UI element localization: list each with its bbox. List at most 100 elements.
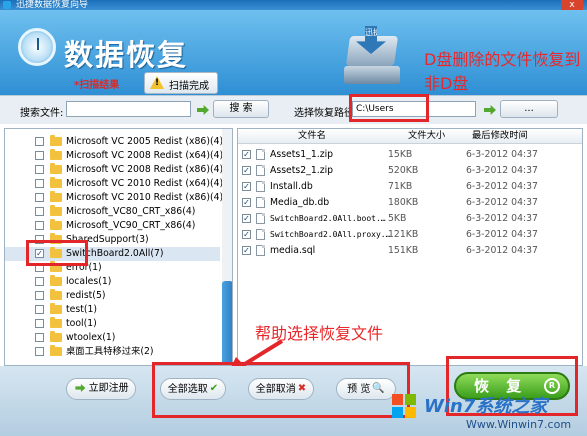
tree-checkbox[interactable] [35, 221, 44, 230]
tree-checkbox[interactable] [35, 207, 44, 216]
folder-icon [50, 303, 62, 314]
folder-icon [50, 191, 62, 202]
search-label: 搜索文件: [20, 108, 64, 119]
file-icon [256, 197, 265, 208]
save-path-input[interactable]: C:\Users [352, 101, 476, 117]
column-name[interactable]: 文件名 [298, 129, 326, 143]
tree-checkbox[interactable] [35, 291, 44, 300]
column-date[interactable]: 最后修改时间 [472, 129, 528, 143]
tree-checkbox[interactable] [35, 179, 44, 188]
tree-item[interactable]: Microsoft VC 2008 Redist (x64)(4) [5, 149, 223, 163]
file-icon [256, 229, 265, 240]
tree-checkbox-checked[interactable]: ✓ [35, 249, 44, 258]
tree-item[interactable]: tool(1) [5, 317, 220, 331]
warning-icon: ! [150, 76, 164, 89]
tree-checkbox[interactable] [35, 319, 44, 328]
file-checkbox-checked[interactable]: ✓ [242, 198, 251, 207]
folder-icon [50, 275, 62, 286]
annotation-top-right: D盘删除的文件恢复到非D盘 [424, 50, 581, 93]
tree-item[interactable]: Microsoft_VC80_CRT_x86(4) [5, 205, 220, 219]
tree-item[interactable]: test(1) [5, 303, 220, 317]
file-name: Assets2_1.zip [270, 165, 334, 176]
deselect-all-button[interactable]: 全部取消 ✖ [248, 378, 314, 400]
file-row[interactable]: ✓ media.sql 151KB 6-3-2012 04:37 [238, 243, 582, 259]
file-checkbox-checked[interactable]: ✓ [242, 150, 251, 159]
folder-tree: Microsoft VC 2005 Redist (x86)(4) Micros… [4, 128, 233, 366]
tree-checkbox[interactable] [35, 277, 44, 286]
drive-icon: 迅捷 [340, 26, 404, 90]
tree-item[interactable]: Microsoft VC 2010 Redist (x64)(4) [5, 177, 224, 191]
tree-checkbox[interactable] [35, 151, 44, 160]
preview-button[interactable]: 预 览 🔍 [336, 378, 396, 400]
tree-item[interactable]: wtoolex(1) [5, 331, 220, 345]
file-checkbox-checked[interactable]: ✓ [242, 246, 251, 255]
tree-item[interactable]: Microsoft VC 2008 Redist (x86)(4) [5, 163, 223, 177]
file-row[interactable]: ✓ Assets1_1.zip 15KB 6-3-2012 04:37 [238, 147, 582, 163]
folder-icon [50, 135, 62, 146]
tree-checkbox[interactable] [35, 263, 44, 272]
file-date: 6-3-2012 04:37 [466, 197, 538, 208]
tree-checkbox[interactable] [35, 193, 44, 202]
file-size: 15KB [388, 149, 413, 160]
file-name: Assets1_1.zip [270, 149, 334, 160]
tree-item[interactable]: Microsoft VC 2005 Redist (x86)(4) [5, 135, 223, 149]
search-input[interactable] [66, 101, 191, 117]
tree-item-label: Microsoft_VC90_CRT_x86(4) [66, 220, 196, 231]
file-size: 180KB [388, 197, 419, 208]
tree-item-label: 桌面工具特移过来(2) [66, 346, 154, 357]
column-size[interactable]: 文件大小 [408, 129, 445, 143]
file-row[interactable]: ✓ Install.db 71KB 6-3-2012 04:37 [238, 179, 582, 195]
file-checkbox-checked[interactable]: ✓ [242, 230, 251, 239]
tree-checkbox[interactable] [35, 235, 44, 244]
search-button[interactable]: 搜 索 [213, 100, 269, 118]
select-all-button[interactable]: 全部选取 ✔ [160, 378, 226, 400]
tree-item-label: wtoolex(1) [66, 332, 116, 343]
tree-item[interactable]: Microsoft VC 2010 Redist (x86)(4) [5, 191, 223, 205]
file-row[interactable]: ✓ Media_db.db 180KB 6-3-2012 04:37 [238, 195, 582, 211]
magnifier-icon: 🔍 [372, 383, 385, 394]
tree-item[interactable]: Microsoft_VC90_CRT_x86(4) [5, 219, 220, 233]
tree-checkbox[interactable] [35, 305, 44, 314]
file-checkbox-checked[interactable]: ✓ [242, 182, 251, 191]
file-checkbox-checked[interactable]: ✓ [242, 166, 251, 175]
tree-checkbox[interactable] [35, 347, 44, 356]
browse-button[interactable]: ... [500, 100, 558, 118]
register-button[interactable]: 立即注册 [66, 378, 136, 400]
file-name: SwitchBoard2.0All.proxy.… [270, 230, 391, 239]
tree-item[interactable]: SharedSupport(3) [5, 233, 220, 247]
tree-item-label: locales(1) [66, 276, 112, 287]
file-row[interactable]: ✓ SwitchBoard2.0All.boot.… 5KB 6-3-2012 04:… [238, 211, 582, 227]
scan-result-label: *扫描结果 [74, 80, 120, 91]
file-size: 71KB [388, 181, 413, 192]
tree-checkbox[interactable] [35, 137, 44, 146]
file-size: 5KB [388, 213, 407, 224]
file-date: 6-3-2012 04:37 [466, 165, 538, 176]
windows-logo-icon [392, 394, 416, 418]
clock-icon [18, 28, 56, 66]
watermark: Win7系统之家 Www.Winwin7.com [390, 388, 585, 434]
tree-item[interactable]: 桌面工具特移过来(2) [5, 345, 220, 359]
search-bar: 搜索文件: 搜 索 选择恢复路径 C:\Users ... [0, 95, 587, 125]
tree-item[interactable]: error(1) [5, 261, 220, 275]
file-row[interactable]: ✓ Assets2_1.zip 520KB 6-3-2012 04:37 [238, 163, 582, 179]
file-checkbox-checked[interactable]: ✓ [242, 214, 251, 223]
deselect-all-label: 全部取消 [255, 384, 296, 395]
tree-item[interactable]: locales(1) [5, 275, 220, 289]
file-date: 6-3-2012 04:37 [466, 181, 538, 192]
tree-item[interactable]: redist(5) [5, 289, 220, 303]
close-button[interactable]: x [561, 0, 583, 10]
file-icon [256, 213, 265, 224]
tree-checkbox[interactable] [35, 165, 44, 174]
tree-item-label: Microsoft VC 2010 Redist (x64)(4) [66, 178, 224, 189]
app-title: 数据恢复 [64, 38, 189, 72]
tree-item-selected[interactable]: ✓ SwitchBoard2.0All(7) [5, 247, 220, 261]
file-size: 151KB [388, 245, 419, 256]
tree-item-label: SharedSupport(3) [66, 234, 149, 245]
scan-done-button[interactable]: ! 扫描完成 [144, 72, 218, 94]
arrow-right-icon [75, 384, 86, 392]
header: 数据恢复 *扫描结果 ! 扫描完成 迅捷 D盘删除的文件恢复到非D盘 [0, 10, 587, 95]
file-date: 6-3-2012 04:37 [466, 245, 538, 256]
file-row[interactable]: ✓ SwitchBoard2.0All.proxy.… 121KB 6-3-2012 … [238, 227, 582, 243]
tree-checkbox[interactable] [35, 333, 44, 342]
window-title: 迅捷数据恢复向导 [16, 0, 89, 10]
